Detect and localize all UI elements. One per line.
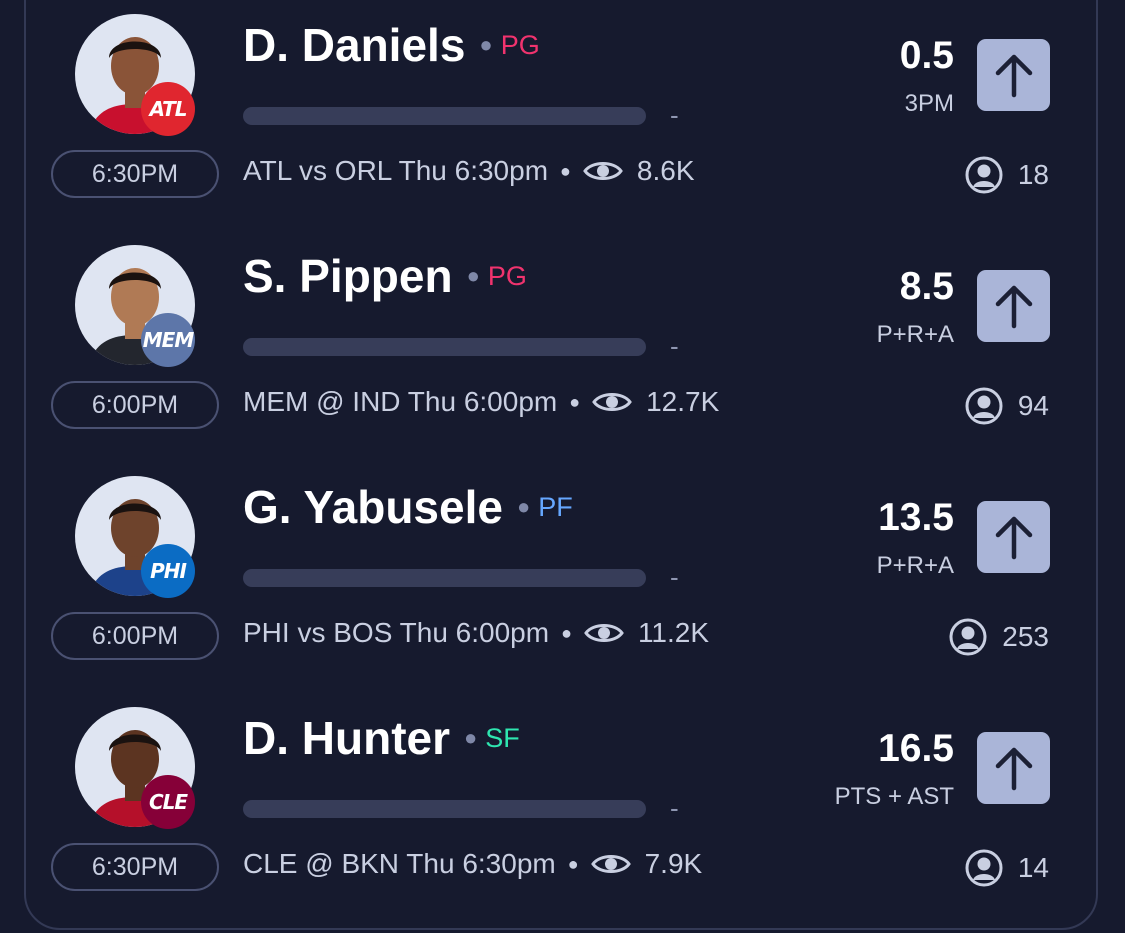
user-count: 253	[1002, 621, 1049, 652]
team-abbr: PHI	[150, 559, 187, 583]
separator-dot: ●	[466, 263, 480, 288]
player-position: PG	[487, 261, 527, 291]
user-circle-icon	[965, 387, 1003, 425]
view-count: 11.2K	[637, 617, 710, 648]
prop-stat: P+R+A	[876, 321, 954, 348]
matchup-text: CLE @ BKN Thu 6:30pm	[243, 848, 556, 879]
team-abbr: CLE	[148, 790, 188, 814]
team-badge: MEM	[141, 313, 195, 367]
progress-value: -	[670, 331, 679, 361]
arrow-up-icon	[995, 285, 1032, 329]
user-circle-icon	[965, 849, 1003, 887]
team-badge: ATL	[141, 82, 195, 136]
prop-line: 0.5	[899, 34, 954, 77]
prop-line: 13.5	[878, 496, 954, 539]
game-time-pill: 6:30PM	[51, 843, 219, 891]
entries-count: 14	[964, 848, 1049, 888]
player-row[interactable]: ATL D. Daniels ● PG - 0.5 3PM 6:30PM ATL…	[0, 0, 1125, 231]
game-info: CLE @ BKN Thu 6:30pm ● 7.9K	[243, 848, 702, 880]
arrow-up-icon	[995, 516, 1032, 560]
game-time: 6:00PM	[91, 621, 179, 650]
player-row[interactable]: PHI G. Yabusele ● PF - 13.5 P+R+A 6:00PM…	[0, 462, 1125, 693]
separator-dot: ●	[569, 391, 581, 412]
player-row[interactable]: CLE D. Hunter ● SF - 16.5 PTS + AST 6:30…	[0, 693, 1125, 924]
arrow-up-icon	[995, 54, 1032, 98]
matchup-text: ATL vs ORL Thu 6:30pm	[243, 155, 549, 186]
game-info: ATL vs ORL Thu 6:30pm ● 8.6K	[243, 155, 695, 187]
pick-higher-button[interactable]	[977, 270, 1050, 342]
prop-line: 16.5	[878, 727, 954, 770]
progress-bar	[243, 107, 646, 125]
separator-dot: ●	[561, 622, 572, 643]
progress-value: -	[670, 100, 679, 130]
game-info: MEM @ IND Thu 6:00pm ● 12.7K	[243, 386, 719, 418]
progress-bar	[243, 800, 646, 818]
player-name[interactable]: G. Yabusele	[243, 480, 503, 534]
player-position: PF	[538, 492, 573, 522]
game-time: 6:30PM	[91, 159, 179, 188]
progress-value: -	[670, 793, 679, 823]
progress-bar	[243, 569, 646, 587]
player-name[interactable]: S. Pippen	[243, 249, 453, 303]
separator-dot: ●	[560, 160, 571, 181]
user-circle-icon	[965, 156, 1003, 194]
prop-stat: 3PM	[904, 90, 954, 117]
arrow-up-icon	[995, 747, 1032, 791]
player-name-line: S. Pippen ● PG	[243, 249, 527, 303]
eye-icon	[592, 393, 632, 411]
team-badge: PHI	[141, 544, 195, 598]
player-row[interactable]: MEM S. Pippen ● PG - 8.5 P+R+A 6:00PM ME…	[0, 231, 1125, 462]
view-count: 12.7K	[646, 386, 720, 417]
player-name-line: D. Hunter ● SF	[243, 711, 520, 765]
progress-value: -	[670, 562, 679, 592]
entries-count: 94	[964, 386, 1049, 426]
user-circle-icon	[949, 618, 987, 656]
game-time-pill: 6:00PM	[51, 612, 219, 660]
prop-line: 8.5	[899, 265, 954, 308]
game-time: 6:00PM	[91, 390, 179, 419]
entries-count: 18	[964, 155, 1049, 195]
user-count: 18	[1017, 159, 1049, 190]
pick-higher-button[interactable]	[977, 501, 1050, 573]
player-position: PG	[500, 30, 540, 60]
game-time-pill: 6:30PM	[51, 150, 219, 198]
view-count: 8.6K	[636, 155, 695, 186]
team-badge: CLE	[141, 775, 195, 829]
view-count: 7.9K	[644, 848, 703, 879]
prop-stat: PTS + AST	[834, 783, 954, 810]
game-time: 6:30PM	[91, 852, 179, 881]
matchup-text: PHI vs BOS Thu 6:00pm	[243, 617, 550, 648]
user-count: 14	[1017, 852, 1049, 883]
pick-higher-button[interactable]	[977, 732, 1050, 804]
player-name-line: G. Yabusele ● PF	[243, 480, 573, 534]
game-info: PHI vs BOS Thu 6:00pm ● 11.2K	[243, 617, 709, 649]
separator-dot: ●	[464, 725, 478, 750]
player-position: SF	[485, 723, 520, 753]
progress-bar	[243, 338, 646, 356]
separator-dot: ●	[479, 32, 493, 57]
player-name[interactable]: D. Hunter	[243, 711, 450, 765]
game-time-pill: 6:00PM	[51, 381, 219, 429]
user-count: 94	[1017, 390, 1049, 421]
pick-higher-button[interactable]	[977, 39, 1050, 111]
team-abbr: ATL	[149, 97, 188, 121]
separator-dot: ●	[516, 494, 531, 519]
separator-dot: ●	[567, 853, 579, 874]
player-name[interactable]: D. Daniels	[243, 18, 465, 72]
matchup-text: MEM @ IND Thu 6:00pm	[243, 386, 558, 417]
player-name-line: D. Daniels ● PG	[243, 18, 540, 72]
entries-count: 253	[948, 617, 1049, 657]
eye-icon	[584, 624, 624, 642]
team-abbr: MEM	[142, 328, 194, 352]
prop-stat: P+R+A	[876, 552, 954, 579]
eye-icon	[583, 162, 623, 180]
eye-icon	[590, 855, 631, 873]
